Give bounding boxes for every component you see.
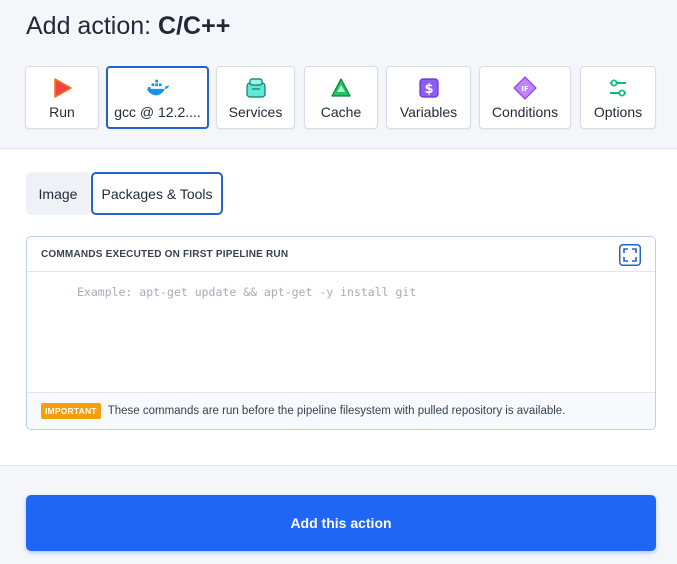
tab-variables[interactable]: $ Variables bbox=[386, 66, 471, 129]
tab-options-label: Options bbox=[593, 104, 643, 120]
subtab-image-label: Image bbox=[38, 185, 78, 202]
cache-icon bbox=[329, 76, 353, 100]
subtab-packages-label: Packages & Tools bbox=[101, 185, 213, 202]
subtab-image[interactable]: Image bbox=[26, 172, 90, 215]
services-icon bbox=[244, 76, 268, 100]
tab-image-label: gcc @ 12.2.... bbox=[114, 104, 201, 120]
dollar-icon: $ bbox=[417, 76, 441, 100]
svg-text:$: $ bbox=[424, 82, 433, 97]
tab-image[interactable]: gcc @ 12.2.... bbox=[106, 66, 209, 129]
tab-services-label: Services bbox=[228, 104, 283, 120]
add-action-button[interactable]: Add this action bbox=[26, 495, 656, 551]
tab-cache[interactable]: Cache bbox=[304, 66, 378, 129]
play-icon bbox=[50, 76, 74, 100]
svg-text:IF: IF bbox=[521, 85, 529, 93]
important-badge: IMPORTANT bbox=[41, 403, 101, 419]
commands-editor bbox=[27, 272, 655, 392]
tab-cache-label: Cache bbox=[320, 104, 362, 120]
commands-note: These commands are run before the pipeli… bbox=[107, 405, 566, 417]
tab-run-label: Run bbox=[49, 104, 75, 120]
commands-footer: IMPORTANT These commands are run before … bbox=[27, 392, 655, 429]
commands-header: COMMANDS EXECUTED ON FIRST PIPELINE RUN bbox=[27, 237, 655, 272]
docker-icon bbox=[146, 76, 170, 100]
tab-run[interactable]: Run bbox=[25, 66, 99, 129]
commands-input[interactable] bbox=[27, 272, 655, 392]
commands-panel: COMMANDS EXECUTED ON FIRST PIPELINE RUN … bbox=[26, 236, 656, 430]
subtab-packages-tools[interactable]: Packages & Tools bbox=[91, 172, 223, 215]
sliders-icon bbox=[606, 76, 630, 100]
if-icon: IF bbox=[513, 76, 537, 100]
tab-services[interactable]: Services bbox=[216, 66, 295, 129]
divider bbox=[0, 465, 677, 466]
tab-options[interactable]: Options bbox=[580, 66, 656, 129]
tab-conditions[interactable]: IF Conditions bbox=[479, 66, 571, 129]
tab-conditions-label: Conditions bbox=[491, 104, 559, 120]
tab-variables-label: Variables bbox=[399, 104, 458, 120]
fullscreen-icon[interactable] bbox=[619, 244, 641, 266]
commands-header-label: COMMANDS EXECUTED ON FIRST PIPELINE RUN bbox=[41, 249, 289, 260]
